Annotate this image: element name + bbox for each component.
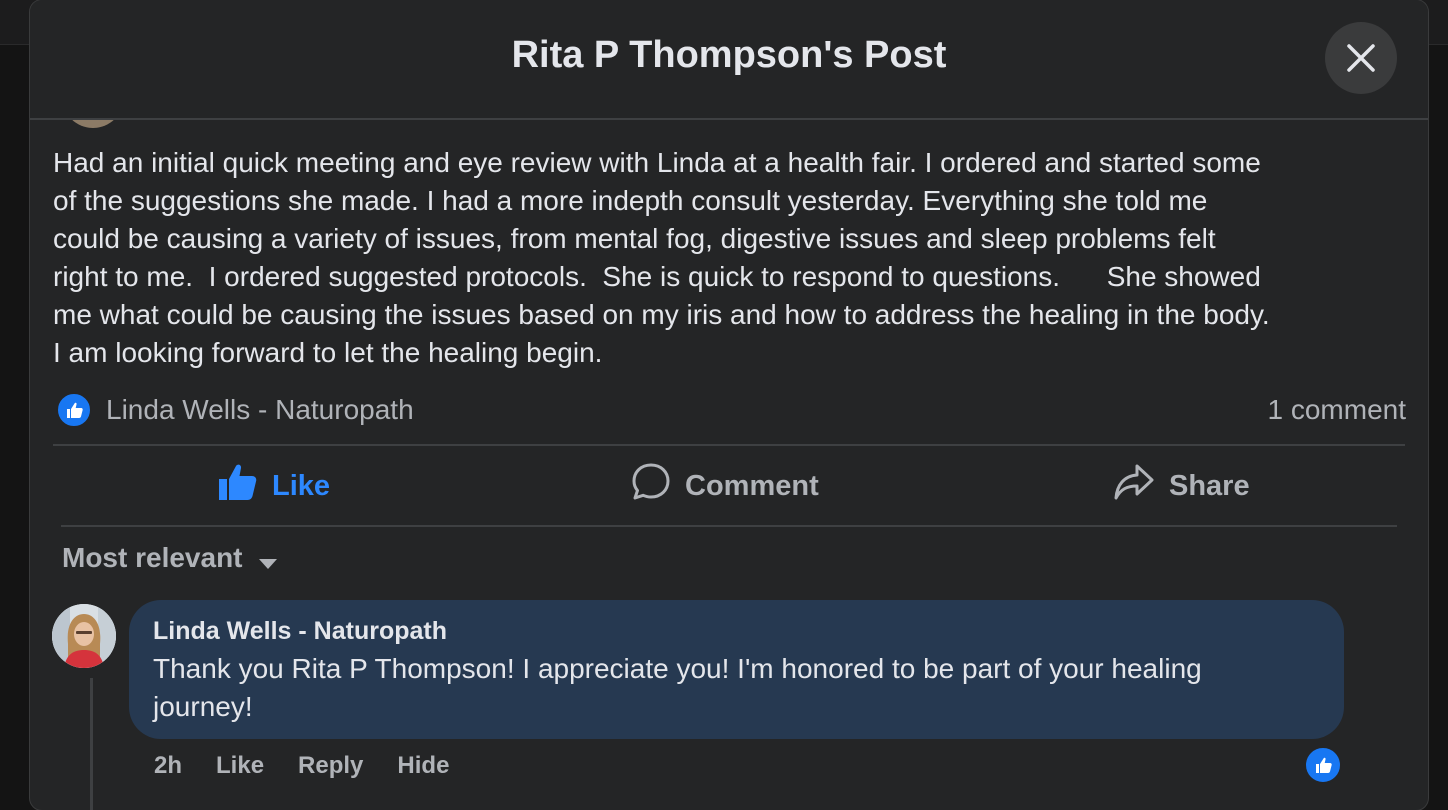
sort-label: Most relevant <box>62 542 243 573</box>
like-label: Like <box>272 469 331 502</box>
thread-line <box>90 678 93 810</box>
comment-count-link[interactable]: 1 comment <box>1268 394 1407 426</box>
reactions-summary: Linda Wells - Naturopath 1 comment <box>56 390 1406 430</box>
divider <box>61 525 1397 527</box>
caret-down-icon <box>258 544 277 576</box>
post-body: Had an initial quick meeting and eye rev… <box>53 144 1413 372</box>
close-button[interactable] <box>1325 22 1397 94</box>
comment-hide-button[interactable]: Hide <box>397 752 449 780</box>
comment-bubble: Linda Wells - Naturopath Thank you Rita … <box>129 600 1344 739</box>
comment-icon <box>631 462 671 510</box>
comment-reply-button[interactable]: Reply <box>298 752 363 780</box>
share-label: Share <box>1169 469 1250 502</box>
comment-like-button[interactable]: Like <box>216 752 264 780</box>
comment-line: journey! <box>153 691 253 722</box>
like-button[interactable]: Like <box>218 446 330 526</box>
share-button[interactable]: Share <box>1113 446 1250 526</box>
post-line: right to me. I ordered suggested protoco… <box>53 261 1261 292</box>
dialog-header: Rita P Thompson's Post <box>30 0 1428 120</box>
post-line: Had an initial quick meeting and eye rev… <box>53 147 1261 178</box>
post-line: could be causing a variety of issues, fr… <box>53 223 1216 254</box>
post-line: me what could be causing the issues base… <box>53 299 1270 330</box>
post-line: I am looking forward to let the healing … <box>53 337 603 368</box>
comment-like-badge-icon[interactable] <box>1304 746 1342 784</box>
share-icon <box>1113 463 1155 509</box>
post-actions-bar: Like Comment Share <box>53 446 1405 526</box>
thumbs-up-icon <box>218 463 258 509</box>
reactor-name-link[interactable]: Linda Wells - Naturopath <box>106 394 414 426</box>
dialog-title: Rita P Thompson's Post <box>511 34 947 76</box>
post-dialog: Rita P Thompson's Post Had an initial qu… <box>30 0 1428 810</box>
comment-author-link[interactable]: Linda Wells - Naturopath <box>153 616 1320 646</box>
comment-meta: 2h Like Reply Hide <box>154 752 483 780</box>
comment-sort-dropdown[interactable]: Most relevant <box>62 540 277 576</box>
post-line: of the suggestions she made. I had a mor… <box>53 185 1208 216</box>
commenter-photo <box>52 604 116 668</box>
comment-timestamp[interactable]: 2h <box>154 752 182 780</box>
comment-button[interactable]: Comment <box>631 446 819 526</box>
like-badge-icon[interactable] <box>56 392 92 428</box>
comment-line: Thank you Rita P Thompson! I appreciate … <box>153 653 1202 684</box>
commenter-avatar[interactable] <box>52 604 116 668</box>
close-icon <box>1347 44 1375 72</box>
comment-label: Comment <box>685 469 819 502</box>
comment-text: Thank you Rita P Thompson! I appreciate … <box>153 650 1320 726</box>
